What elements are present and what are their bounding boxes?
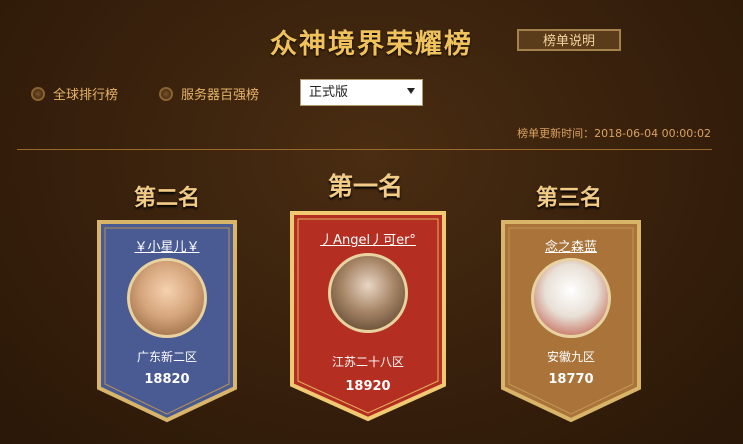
avatar bbox=[531, 258, 611, 338]
podium-card-third: 念之森蓝 安徽九区 18770 bbox=[497, 216, 645, 426]
player-score: 18920 bbox=[345, 379, 391, 394]
player-server: 安徽九区 bbox=[546, 350, 595, 364]
player-name[interactable]: 丿Angel丿可er° bbox=[286, 229, 450, 248]
rank-label-second: 第二名 bbox=[134, 185, 201, 211]
avatar bbox=[328, 253, 408, 333]
radio-dot-icon bbox=[159, 86, 173, 101]
global-rank-radio[interactable]: 全球排行榜 bbox=[31, 84, 118, 103]
avatar bbox=[127, 258, 207, 338]
player-score: 18770 bbox=[548, 372, 594, 387]
divider bbox=[17, 149, 712, 150]
player-name[interactable]: 念之森蓝 bbox=[497, 236, 645, 255]
rank-label-third: 第三名 bbox=[536, 185, 603, 211]
version-select-value: 正式版 bbox=[309, 85, 349, 100]
server-rank-label: 服务器百强榜 bbox=[181, 88, 260, 103]
player-server: 广东新二区 bbox=[136, 350, 197, 364]
global-rank-label: 全球排行榜 bbox=[53, 88, 119, 103]
podium-card-second: ￥小星儿￥ 广东新二区 18820 bbox=[93, 216, 241, 426]
server-rank-radio[interactable]: 服务器百强榜 bbox=[159, 84, 259, 103]
version-select[interactable]: 正式版 bbox=[300, 79, 423, 106]
radio-dot-icon bbox=[31, 86, 45, 101]
player-name[interactable]: ￥小星儿￥ bbox=[93, 236, 241, 255]
rank-label-first: 第一名 bbox=[328, 172, 404, 201]
rank-explain-button[interactable]: 榜单说明 bbox=[517, 29, 621, 51]
player-server: 江苏二十八区 bbox=[331, 355, 404, 369]
update-time: 榜单更新时间：2018-06-04 00:00:02 bbox=[517, 127, 711, 140]
player-score: 18820 bbox=[144, 372, 190, 387]
page-title: 众神境界荣耀榜 bbox=[270, 29, 473, 60]
dropdown-arrow-icon bbox=[407, 88, 415, 94]
podium-card-first: 丿Angel丿可er° 江苏二十八区 18920 bbox=[286, 207, 450, 425]
